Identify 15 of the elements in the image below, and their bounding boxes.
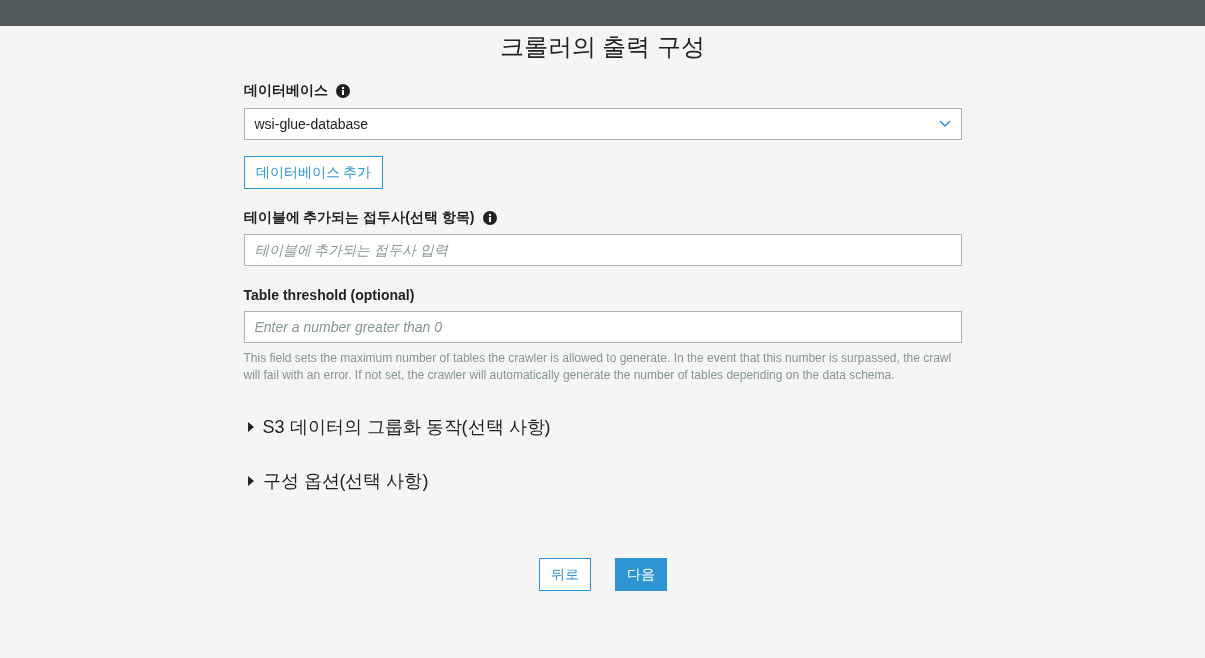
field-label: Table threshold (optional) — [243, 287, 415, 303]
field-label: 데이터베이스 — [243, 82, 328, 100]
info-icon[interactable] — [482, 211, 497, 225]
info-icon[interactable] — [335, 84, 350, 98]
chevron-down-icon — [938, 120, 951, 128]
section-toggle[interactable]: S3 데이터의 그룹화 동작(선택 사항) — [243, 412, 551, 442]
prefix-input-field[interactable]: 테이블에 추가되는 접두사 입력 — [243, 234, 962, 266]
field-label: 테이블에 추가되는 접두사(선택 항목) — [243, 209, 475, 227]
caret-icon — [247, 422, 254, 432]
database-select[interactable]: wsi-glue-database — [243, 108, 962, 140]
caret-icon — [247, 476, 254, 486]
help-text: This field sets the maximum number of tables the crawler is allowed to generate. In the event that this number is surpassed, the crawl will fail with an error. If not set, the crawler will automatically generate the number of tables depending on the data schema. — [243, 350, 953, 384]
page-title: 크롤러의 출력 구성 — [498, 32, 707, 62]
section-toggle[interactable]: 구성 옵션(선택 사항) — [243, 466, 429, 496]
threshold-input-field[interactable]: Enter a number greater than 0 — [243, 311, 962, 343]
